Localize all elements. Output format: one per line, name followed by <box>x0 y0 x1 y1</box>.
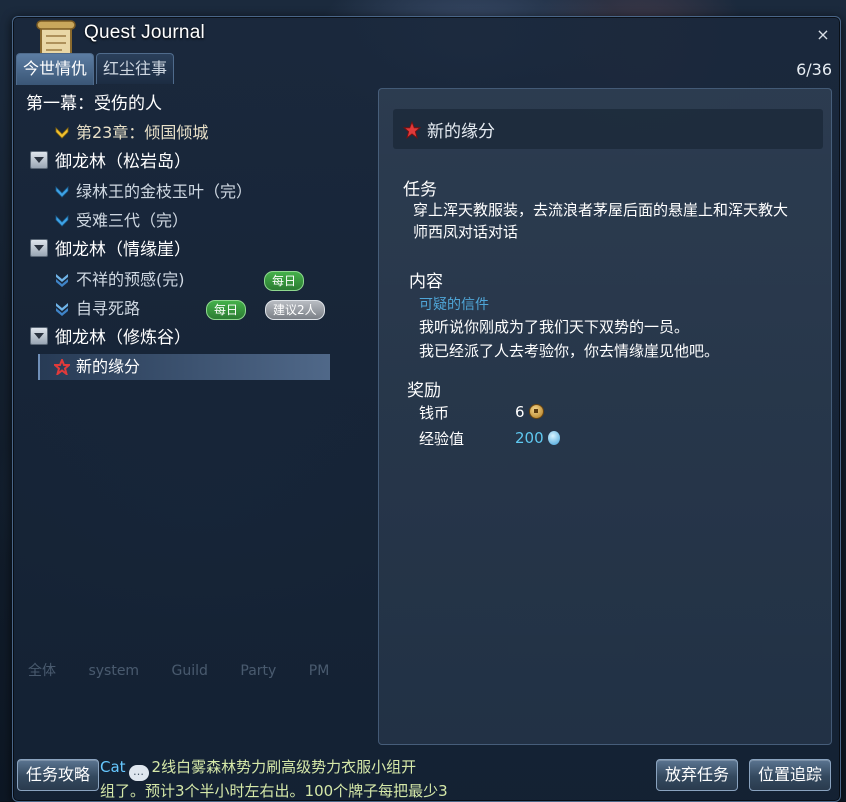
collapse-toggle-icon[interactable] <box>30 327 48 345</box>
tab-bar: 今世情仇 红尘往事 <box>16 53 175 85</box>
reward-label-exp: 经验值 <box>419 430 465 448</box>
content-line: 我听说你刚成为了我们天下双势的一员。 <box>419 318 690 336</box>
chat-tab: system <box>88 663 140 679</box>
collapse-toggle-icon[interactable] <box>30 239 48 257</box>
chat-tab: PM <box>308 663 330 679</box>
blue-double-chevron-icon <box>56 303 68 316</box>
close-button[interactable]: × <box>814 26 832 44</box>
group-label: 御龙林（情缘崖） <box>55 240 191 260</box>
coin-icon <box>528 404 544 419</box>
quest-label: 受难三代（完） <box>76 211 189 230</box>
content-heading: 内容 <box>409 272 443 292</box>
track-location-button[interactable]: 位置追踪 <box>749 759 832 791</box>
group-label: 御龙林（松岩岛） <box>55 152 191 172</box>
chat-tab: Guild <box>171 663 208 679</box>
daily-badge: 每日 <box>206 300 247 320</box>
tab-past-events[interactable]: 红尘往事 <box>96 53 175 84</box>
chat-tab: Party <box>240 663 277 679</box>
background-chat-tabs: 全体 system Guild Party PM <box>28 660 378 745</box>
chapter-quest-item[interactable]: 第23章：倾国倾城 <box>54 120 208 146</box>
quest-label: 第23章：倾国倾城 <box>76 123 209 142</box>
task-heading: 任务 <box>403 180 437 200</box>
chat-tab: 全体 <box>28 663 56 679</box>
quest-item[interactable]: 自寻死路 每日 建议2人 <box>54 296 325 322</box>
quest-item[interactable]: 绿林王的金枝玉叶（完） <box>54 179 252 205</box>
abandon-quest-button[interactable]: 放弃任务 <box>656 759 739 791</box>
window-title: Quest Journal <box>84 22 205 43</box>
blue-chevron-icon <box>55 215 69 227</box>
content-line: 我已经派了人去考验你，你去情缘崖见他吧。 <box>419 342 720 360</box>
reward-value-coins: 6 <box>515 403 544 421</box>
group-header-xiulian[interactable]: 御龙林（修炼谷） <box>30 325 191 351</box>
group-label: 御龙林（修炼谷） <box>55 328 191 348</box>
red-star-icon <box>54 359 70 375</box>
reward-value-exp: 200 <box>515 429 560 447</box>
quest-label: 新的缘分 <box>76 357 141 376</box>
gold-chevron-icon <box>55 127 69 139</box>
group-header-songyan[interactable]: 御龙林（松岩岛） <box>30 149 191 175</box>
chapter-title: 第一幕：受伤的人 <box>26 94 162 114</box>
reward-label-coins: 钱币 <box>419 404 450 422</box>
blue-chevron-icon <box>55 186 69 198</box>
quest-guide-button[interactable]: 任务攻略 <box>17 759 100 791</box>
blue-double-chevron-icon <box>56 274 68 287</box>
exp-orb-icon <box>547 431 560 445</box>
red-star-icon <box>403 121 421 139</box>
quest-label: 自寻死路 <box>76 299 141 318</box>
chat-text: 2线白雾森林势力刷高级势力衣服小组开 <box>151 758 417 776</box>
quest-label: 不祥的预感(完) <box>76 270 185 289</box>
tab-current-life[interactable]: 今世情仇 <box>16 53 95 85</box>
group-header-qingyuan[interactable]: 御龙林（情缘崖） <box>30 237 191 263</box>
detail-title: 新的缘分 <box>427 122 495 142</box>
speech-bubble-icon: … <box>128 765 149 781</box>
quest-detail-panel: 新的缘分 任务 穿上浑天教服装，去流浪者茅屋后面的悬崖上和浑天教大师西凤对话对话… <box>378 88 832 745</box>
quest-label: 绿林王的金枝玉叶（完） <box>76 182 253 201</box>
quest-item[interactable]: 不祥的预感(完) 每日 <box>54 267 318 293</box>
reward-heading: 奖励 <box>407 381 441 401</box>
party-size-badge: 建议2人 <box>265 300 325 320</box>
chat-text: 组了。预计3个半小时左右出。100个牌子每把最少3个。 <box>100 782 448 800</box>
detail-header: 新的缘分 <box>393 109 823 149</box>
chat-sender-name[interactable]: Cat <box>100 758 126 776</box>
chat-message: Cat… 2线白雾森林势力刷高级势力衣服小组开 组了。预计3个半小时左右出。100… <box>100 757 450 801</box>
quest-counter: 6/36 <box>796 60 832 79</box>
content-subtitle: 可疑的信件 <box>419 297 489 313</box>
daily-badge: 每日 <box>264 271 305 291</box>
coin-amount: 6 <box>515 403 525 421</box>
quest-item[interactable]: 受难三代（完） <box>54 208 188 234</box>
task-description: 穿上浑天教服装，去流浪者茅屋后面的悬崖上和浑天教大师西凤对话对话 <box>413 201 789 241</box>
collapse-toggle-icon[interactable] <box>30 151 48 169</box>
quest-item-selected[interactable]: 新的缘分 <box>38 354 330 380</box>
quest-list: 第一幕：受伤的人 第23章：倾国倾城 御龙林（松岩岛） 绿林王的金枝玉叶（完） … <box>18 86 378 741</box>
exp-amount: 200 <box>515 429 544 447</box>
